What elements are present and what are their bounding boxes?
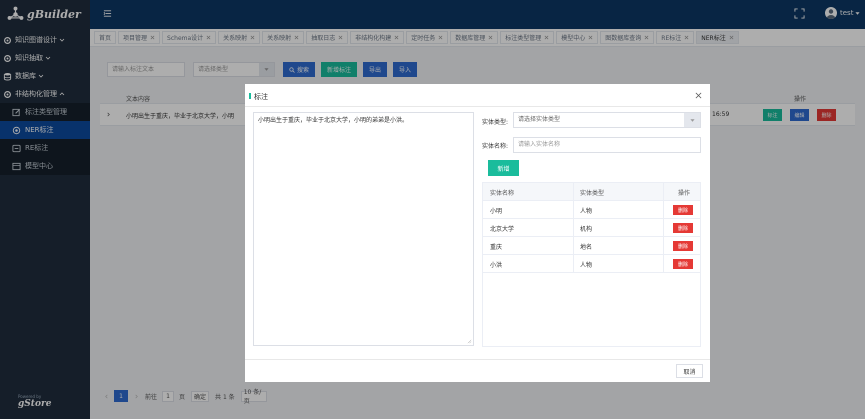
cancel-button[interactable]: 取消: [676, 364, 703, 378]
close-icon[interactable]: [695, 92, 702, 99]
table-row: 小明 人物 删除: [483, 201, 700, 219]
entity-table: 实体名称 实体类型 操作 小明 人物 删除 北京大学 机构 删除 重庆 地名 删…: [482, 182, 701, 347]
entity-table-header: 实体名称 实体类型 操作: [483, 183, 700, 201]
entity-type-cell: 人物: [580, 262, 593, 269]
entity-type-placeholder: 请选择实体类型: [518, 116, 561, 123]
dialog-title-accent: [249, 93, 251, 99]
delete-entity-button[interactable]: 删除: [673, 259, 693, 269]
column-header-entity-type: 实体类型: [580, 190, 605, 197]
table-row: 北京大学 机构 删除: [483, 219, 700, 237]
delete-entity-button[interactable]: 删除: [673, 223, 693, 233]
column-header-op: 操作: [678, 190, 691, 197]
column-divider: [663, 201, 664, 219]
column-divider: [663, 237, 664, 255]
entity-type-label: 实体类型:: [482, 119, 509, 126]
entity-type-cell: 地名: [580, 244, 593, 251]
column-divider: [573, 255, 574, 273]
table-row: 重庆 地名 删除: [483, 237, 700, 255]
dialog-header: 标注: [245, 84, 710, 107]
table-row: 小洪 人物 删除: [483, 255, 700, 273]
column-divider: [663, 183, 664, 201]
column-divider: [573, 219, 574, 237]
column-divider: [663, 219, 664, 237]
dialog-footer: 取消: [245, 359, 710, 382]
delete-entity-button[interactable]: 删除: [673, 241, 693, 251]
entity-name-cell: 小洪: [490, 262, 503, 269]
entity-type-cell: 人物: [580, 208, 593, 215]
column-divider: [573, 201, 574, 219]
entity-name-cell: 重庆: [490, 244, 503, 251]
annotation-text: 小明出生于重庆，毕业于北京大学，小明的弟弟是小洪。: [258, 117, 409, 124]
dialog-title: 标注: [254, 93, 268, 101]
entity-name-cell: 北京大学: [490, 226, 515, 233]
caret-down-icon: [689, 118, 695, 122]
entity-name-label: 实体名称:: [482, 143, 509, 150]
delete-entity-button[interactable]: 删除: [673, 205, 693, 215]
entity-type-arrow: [684, 113, 700, 127]
resize-handle-icon[interactable]: [467, 339, 472, 344]
column-header-entity-name: 实体名称: [490, 190, 515, 197]
add-entity-button[interactable]: 新增: [488, 160, 519, 176]
entity-name-cell: 小明: [490, 208, 503, 215]
column-divider: [573, 183, 574, 201]
column-divider: [573, 237, 574, 255]
annotation-dialog: 标注 小明出生于重庆，毕业于北京大学，小明的弟弟是小洪。 实体类型: 请选择实体…: [245, 84, 710, 382]
entity-type-select[interactable]: 请选择实体类型: [513, 112, 701, 128]
entity-type-cell: 机构: [580, 226, 593, 233]
entity-name-input[interactable]: 请输入实体名称: [513, 137, 701, 153]
annotation-text-area[interactable]: 小明出生于重庆，毕业于北京大学，小明的弟弟是小洪。: [253, 112, 474, 346]
column-divider: [663, 255, 664, 273]
